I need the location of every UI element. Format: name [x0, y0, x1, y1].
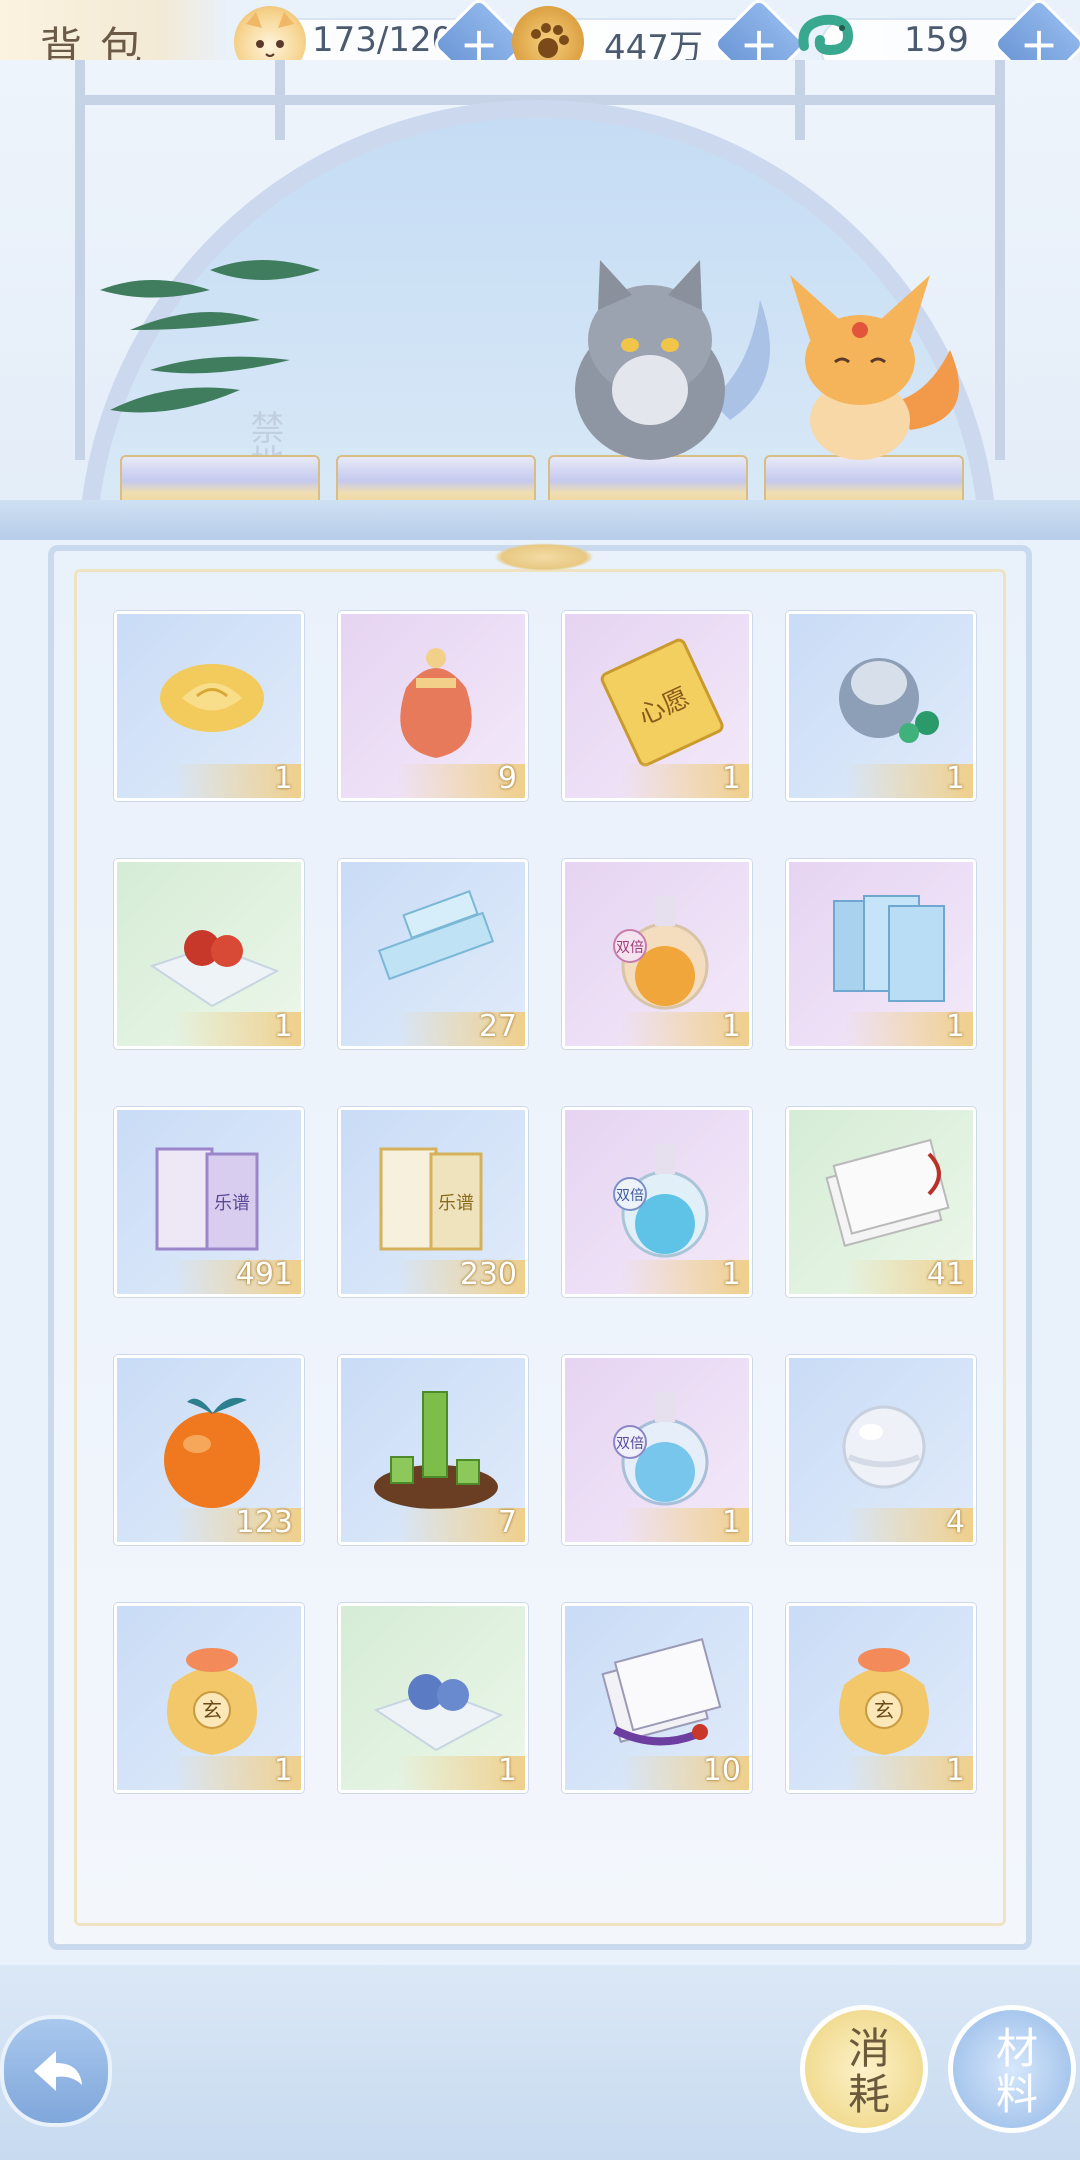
svg-text:玄: 玄	[202, 1698, 222, 1722]
inventory-item[interactable]: 10	[562, 1603, 752, 1793]
purple-music-book-icon: 乐谱	[155, 1147, 259, 1251]
blue-books-icon	[833, 895, 945, 1002]
item-count: 7	[497, 1505, 517, 1540]
pet-scene: 禁地	[0, 60, 1080, 540]
back-arrow-icon	[34, 2051, 82, 2091]
wish-ticket-icon: 心愿	[600, 638, 724, 767]
item-count: 1	[721, 761, 741, 796]
inventory-item[interactable]: 1	[338, 1603, 528, 1793]
item-count: 1	[945, 761, 965, 796]
blue-bag-icon	[839, 658, 939, 743]
grey-cat-pet-icon[interactable]	[560, 260, 780, 470]
orange-potion-icon: 双倍	[613, 896, 709, 1010]
inventory-item[interactable]: 乐谱 491	[114, 1107, 304, 1297]
inventory-item[interactable]: 玄1	[786, 1603, 976, 1793]
svg-text:玄: 玄	[874, 1698, 894, 1722]
inventory-item[interactable]: 1	[786, 859, 976, 1049]
inventory-item[interactable]: 乐谱 230	[338, 1107, 528, 1297]
red-pouch-icon	[400, 648, 472, 758]
item-count: 9	[497, 761, 517, 796]
item-count: 1	[497, 1753, 517, 1788]
inventory-item[interactable]: 41	[786, 1107, 976, 1297]
item-count: 10	[702, 1753, 741, 1788]
item-count: 1	[721, 1257, 741, 1292]
orange-fruit-icon	[164, 1397, 260, 1508]
svg-text:双倍: 双倍	[616, 940, 644, 956]
item-count: 1	[273, 1753, 293, 1788]
item-count: 230	[459, 1257, 517, 1292]
red-berries-cloth-icon	[149, 930, 280, 1008]
item-count: 1	[273, 1009, 293, 1044]
materials-label: 材料	[995, 2024, 1038, 2119]
yellow-rose-icon	[160, 664, 264, 732]
consumables-tab-button[interactable]: 消耗	[800, 2005, 928, 2133]
svg-text:乐谱: 乐谱	[214, 1193, 250, 1214]
stamina-value: 173/120	[312, 20, 454, 60]
svg-text:双倍: 双倍	[616, 1436, 644, 1452]
svg-text:乐谱: 乐谱	[438, 1193, 474, 1214]
item-count: 1	[721, 1009, 741, 1044]
bottom-bar: 消耗 材料	[0, 1965, 1080, 2160]
pearl-icon	[842, 1405, 926, 1489]
item-count: 1	[945, 1753, 965, 1788]
item-count: 1	[273, 761, 293, 796]
item-count: 491	[235, 1257, 293, 1292]
item-count: 1	[945, 1009, 965, 1044]
back-button[interactable]	[0, 2015, 112, 2127]
lotus-ornament-icon	[494, 543, 594, 571]
inventory-item[interactable]: 1	[114, 859, 304, 1049]
scene-ledge	[0, 500, 1080, 540]
svg-text:双倍: 双倍	[616, 1188, 644, 1204]
item-count: 123	[235, 1505, 293, 1540]
inventory-item[interactable]: 27	[338, 859, 528, 1049]
item-count: 4	[945, 1505, 965, 1540]
inventory-item[interactable]: 心愿 1	[562, 611, 752, 801]
inventory-item[interactable]: 双倍 1	[562, 859, 752, 1049]
fox-pet-icon[interactable]	[780, 270, 970, 470]
xuan-pouch-icon: 玄	[839, 1648, 929, 1755]
inventory-item[interactable]: 9	[338, 611, 528, 801]
inventory-item[interactable]: 123	[114, 1355, 304, 1545]
blue-potion-icon: 双倍	[613, 1144, 709, 1258]
inventory-item[interactable]: 4	[786, 1355, 976, 1545]
inventory-item[interactable]: 7	[338, 1355, 528, 1545]
bamboo-icon	[100, 260, 320, 413]
inventory-item[interactable]: 1	[114, 611, 304, 801]
inventory-panel: 1 9 心愿 1 1 1 27 双倍 1 1 乐谱 491 乐谱 230 双倍 1 41 123 7 双倍 1 4 玄 1 1 1…	[48, 543, 1032, 1950]
jade-value: 159	[904, 20, 969, 60]
inventory-item[interactable]: 1	[786, 611, 976, 801]
inventory-item[interactable]: 双倍 1	[562, 1107, 752, 1297]
purple-papers-icon	[601, 1638, 722, 1746]
blue-berries-cloth-icon	[373, 1674, 504, 1752]
bamboo-tea-icon	[374, 1391, 498, 1509]
materials-tab-button[interactable]: 材料	[948, 2005, 1076, 2133]
consumables-label: 消耗	[847, 2024, 890, 2119]
blue-potion-alt-icon: 双倍	[613, 1392, 709, 1506]
scroll-icon	[377, 890, 495, 981]
xuan-pouch-icon: 玄	[167, 1648, 257, 1755]
gold-music-book-icon: 乐谱	[379, 1147, 483, 1251]
paper-stack-icon	[825, 1138, 950, 1247]
item-count: 27	[478, 1009, 517, 1044]
item-count: 1	[721, 1505, 741, 1540]
item-count: 41	[926, 1257, 965, 1292]
inventory-item[interactable]: 玄1	[114, 1603, 304, 1793]
inventory-item[interactable]: 双倍 1	[562, 1355, 752, 1545]
